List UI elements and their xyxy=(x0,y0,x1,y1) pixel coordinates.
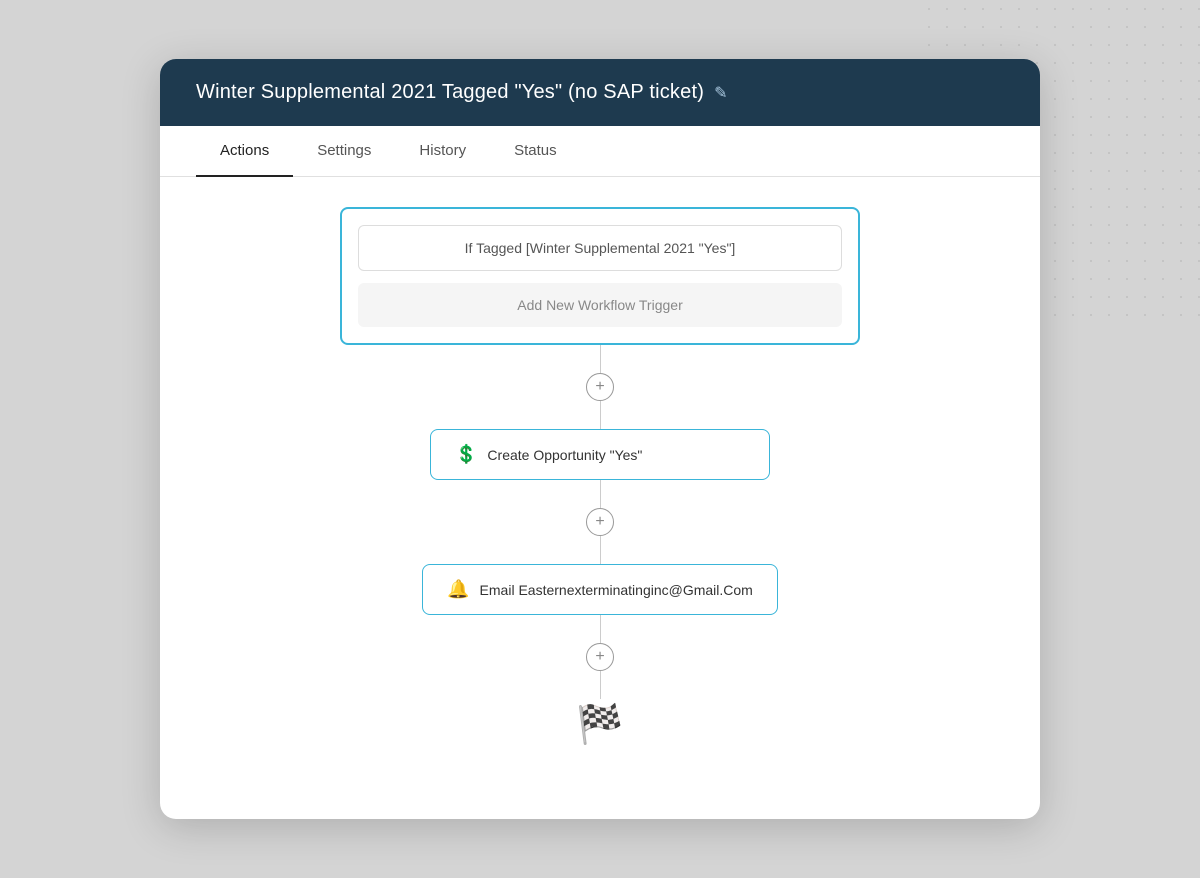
connector-3: + xyxy=(586,615,614,699)
trigger-box: If Tagged [Winter Supplemental 2021 "Yes… xyxy=(340,207,860,345)
page-wrapper: Winter Supplemental 2021 Tagged "Yes" (n… xyxy=(0,0,1200,878)
email-icon: 🔔 xyxy=(447,579,469,600)
card-body: If Tagged [Winter Supplemental 2021 "Yes… xyxy=(160,177,1040,787)
add-step-button-1[interactable]: + xyxy=(586,373,614,401)
tab-history[interactable]: History xyxy=(395,126,490,177)
connector-2: + xyxy=(586,480,614,564)
connector-line-2b xyxy=(600,536,601,564)
connector-line-2 xyxy=(600,480,601,508)
connector-1: + xyxy=(586,345,614,429)
opportunity-icon: 💲 xyxy=(455,444,477,465)
main-card: Winter Supplemental 2021 Tagged "Yes" (n… xyxy=(160,59,1040,819)
workflow-flow: If Tagged [Winter Supplemental 2021 "Yes… xyxy=(196,207,1004,747)
connector-line-1 xyxy=(600,345,601,373)
add-step-button-2[interactable]: + xyxy=(586,508,614,536)
workflow-title: Winter Supplemental 2021 Tagged "Yes" (n… xyxy=(196,81,704,104)
edit-title-icon[interactable]: ✎ xyxy=(714,83,727,103)
add-step-button-3[interactable]: + xyxy=(586,643,614,671)
connector-line-3b xyxy=(600,671,601,699)
email-action-node[interactable]: 🔔 Email Easternexterminatinginc@Gmail.Co… xyxy=(422,564,778,615)
connector-line-3 xyxy=(600,615,601,643)
tab-bar: Actions Settings History Status xyxy=(160,126,1040,177)
email-label: Email Easternexterminatinginc@Gmail.Com xyxy=(480,582,753,598)
connector-line-1b xyxy=(600,401,601,429)
tab-settings[interactable]: Settings xyxy=(293,126,395,177)
tab-actions[interactable]: Actions xyxy=(196,126,293,177)
finish-flag: 🏁 xyxy=(576,703,623,747)
add-trigger-button[interactable]: Add New Workflow Trigger xyxy=(358,283,842,327)
create-opportunity-node[interactable]: 💲 Create Opportunity "Yes" xyxy=(430,429,770,480)
opportunity-label: Create Opportunity "Yes" xyxy=(487,447,642,463)
card-header: Winter Supplemental 2021 Tagged "Yes" (n… xyxy=(160,59,1040,126)
trigger-condition[interactable]: If Tagged [Winter Supplemental 2021 "Yes… xyxy=(358,225,842,271)
tab-status[interactable]: Status xyxy=(490,126,581,177)
